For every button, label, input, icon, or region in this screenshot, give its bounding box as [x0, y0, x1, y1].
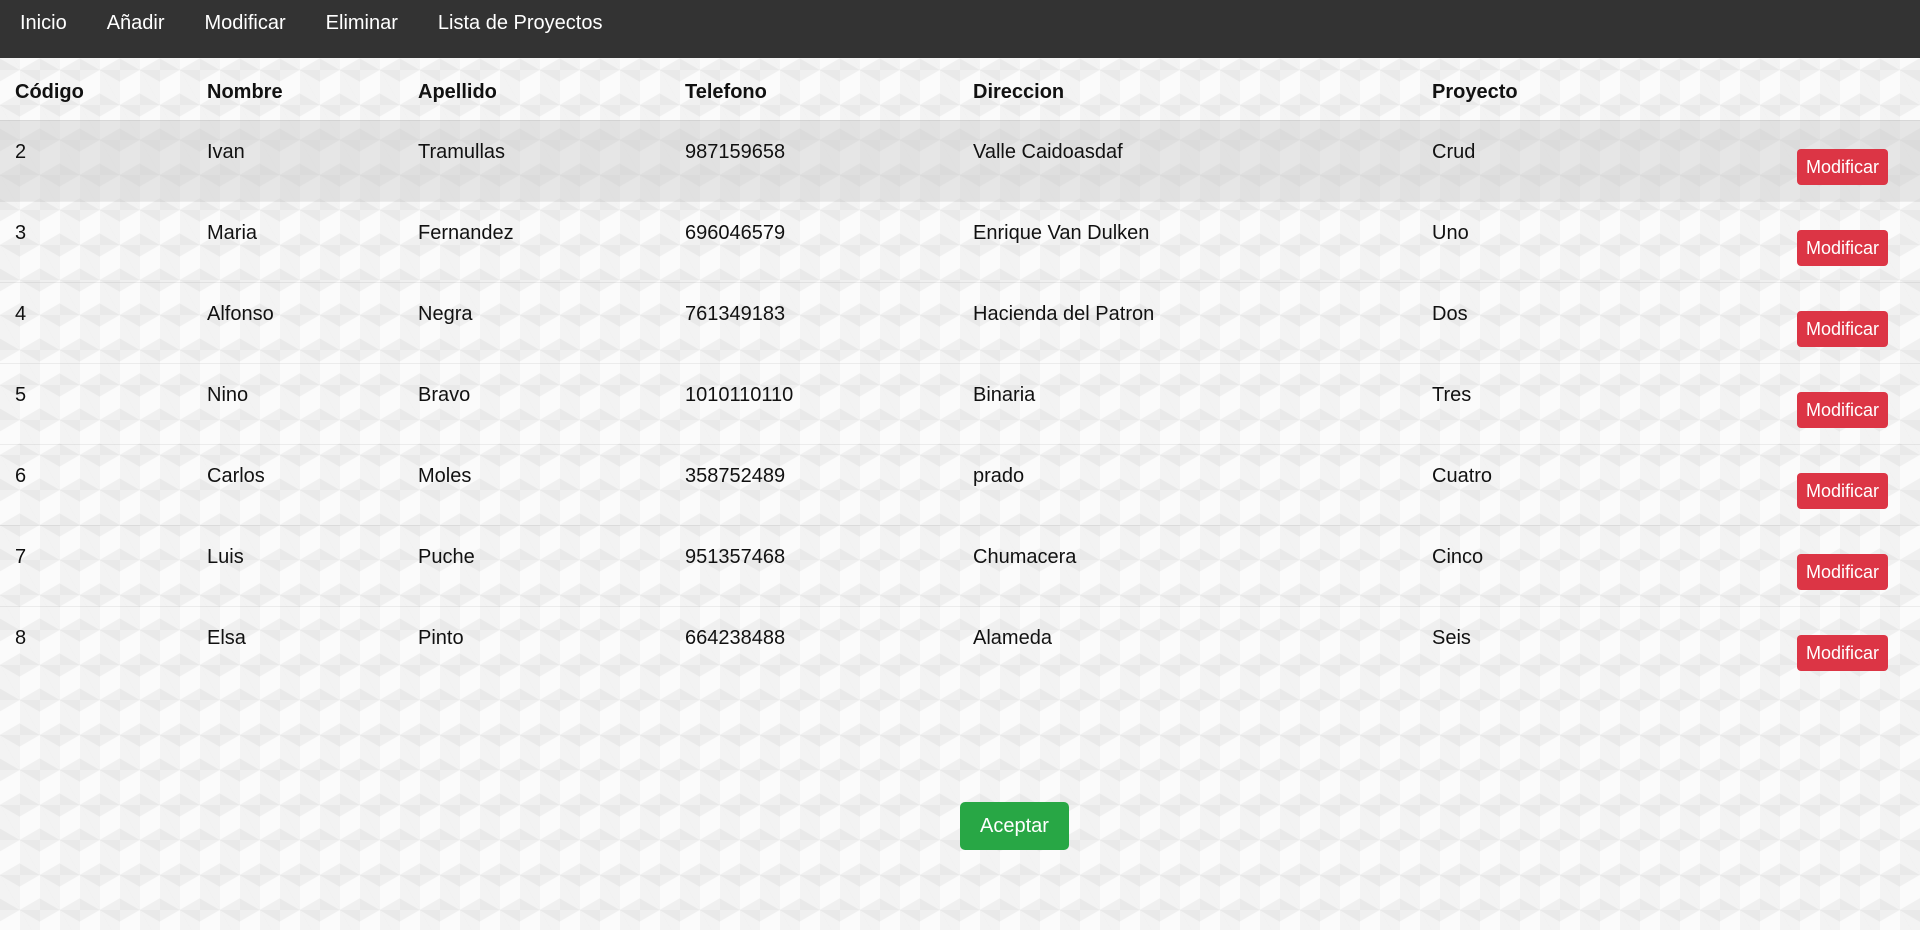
- cell-codigo: 7: [0, 524, 192, 606]
- header-codigo: Código: [15, 81, 84, 104]
- cell-direccion: Chumacera: [958, 524, 1417, 606]
- header-direccion: Direccion: [973, 81, 1065, 104]
- cell-telefono: 1010110110: [670, 362, 958, 444]
- cell-action: Modificar: [1717, 362, 1920, 444]
- cell-nombre: Luis: [192, 524, 403, 606]
- modify-button[interactable]: Modificar: [1796, 391, 1888, 428]
- cell-nombre: Nino: [192, 362, 403, 444]
- cell-action: Modificar: [1717, 281, 1920, 363]
- nav-link-inicio[interactable]: Inicio: [8, 0, 79, 35]
- cell-telefono: 987159658: [670, 119, 958, 201]
- clients-table: Código Nombre Apellido Telefono Direccio…: [0, 58, 1920, 687]
- modify-button[interactable]: Modificar: [1796, 229, 1888, 266]
- cell-direccion: Hacienda del Patron: [958, 281, 1417, 363]
- table-row: 2 Ivan Tramullas 987159658 Valle Caidoas…: [0, 119, 1920, 201]
- cell-codigo: 4: [0, 281, 192, 363]
- nav-link-modificar[interactable]: Modificar: [193, 0, 298, 35]
- cell-telefono: 951357468: [670, 524, 958, 606]
- cell-proyecto: Crud: [1417, 119, 1717, 201]
- cell-telefono: 761349183: [670, 281, 958, 363]
- cell-nombre: Maria: [192, 200, 403, 282]
- cell-direccion: Binaria: [958, 362, 1417, 444]
- cell-direccion: Valle Caidoasdaf: [958, 119, 1417, 201]
- modify-button[interactable]: Modificar: [1796, 148, 1888, 185]
- table-row: 7 Luis Puche 951357468 Chumacera Cinco M…: [0, 524, 1920, 606]
- cell-nombre: Carlos: [192, 443, 403, 525]
- cell-codigo: 3: [0, 200, 192, 282]
- cell-proyecto: Seis: [1417, 605, 1717, 687]
- cell-action: Modificar: [1717, 443, 1920, 525]
- header-apellido: Apellido: [418, 81, 497, 104]
- cell-direccion: Enrique Van Dulken: [958, 200, 1417, 282]
- cell-nombre: Ivan: [192, 119, 403, 201]
- cell-action: Modificar: [1717, 119, 1920, 201]
- cell-proyecto: Dos: [1417, 281, 1717, 363]
- cell-codigo: 2: [0, 119, 192, 201]
- header-nombre: Nombre: [207, 81, 283, 104]
- cell-telefono: 696046579: [670, 200, 958, 282]
- table-header-row: Código Nombre Apellido Telefono Direccio…: [0, 58, 1920, 120]
- nav-link-anadir[interactable]: Añadir: [95, 0, 177, 35]
- top-navbar: Inicio Añadir Modificar Eliminar Lista d…: [0, 0, 1920, 58]
- cell-apellido: Pinto: [403, 605, 670, 687]
- cell-nombre: Elsa: [192, 605, 403, 687]
- table-row: 8 Elsa Pinto 664238488 Alameda Seis Modi…: [0, 605, 1920, 687]
- cell-codigo: 5: [0, 362, 192, 444]
- modify-button[interactable]: Modificar: [1796, 310, 1888, 347]
- nav-link-lista-proyectos[interactable]: Lista de Proyectos: [426, 0, 615, 35]
- cell-apellido: Tramullas: [403, 119, 670, 201]
- cell-apellido: Bravo: [403, 362, 670, 444]
- cell-apellido: Moles: [403, 443, 670, 525]
- cell-telefono: 664238488: [670, 605, 958, 687]
- cell-apellido: Puche: [403, 524, 670, 606]
- modify-button[interactable]: Modificar: [1796, 472, 1888, 509]
- table-row: 5 Nino Bravo 1010110110 Binaria Tres Mod…: [0, 362, 1920, 444]
- cell-proyecto: Cuatro: [1417, 443, 1717, 525]
- table-row: 6 Carlos Moles 358752489 prado Cuatro Mo…: [0, 443, 1920, 525]
- cell-action: Modificar: [1717, 200, 1920, 282]
- cell-proyecto: Tres: [1417, 362, 1717, 444]
- cell-proyecto: Cinco: [1417, 524, 1717, 606]
- modify-button[interactable]: Modificar: [1796, 553, 1888, 590]
- header-telefono: Telefono: [685, 81, 767, 104]
- cell-direccion: Alameda: [958, 605, 1417, 687]
- modify-button[interactable]: Modificar: [1796, 634, 1888, 671]
- accept-container: Aceptar: [960, 802, 1069, 850]
- accept-button[interactable]: Aceptar: [960, 802, 1069, 850]
- cell-action: Modificar: [1717, 524, 1920, 606]
- cell-nombre: Alfonso: [192, 281, 403, 363]
- cell-codigo: 6: [0, 443, 192, 525]
- cell-direccion: prado: [958, 443, 1417, 525]
- header-proyecto: Proyecto: [1432, 81, 1518, 104]
- cell-codigo: 8: [0, 605, 192, 687]
- nav-link-eliminar[interactable]: Eliminar: [314, 0, 410, 35]
- header-actions: [1717, 58, 1920, 120]
- table-row: 4 Alfonso Negra 761349183 Hacienda del P…: [0, 281, 1920, 363]
- cell-telefono: 358752489: [670, 443, 958, 525]
- table-row: 3 Maria Fernandez 696046579 Enrique Van …: [0, 200, 1920, 282]
- cell-apellido: Fernandez: [403, 200, 670, 282]
- cell-action: Modificar: [1717, 605, 1920, 687]
- cell-proyecto: Uno: [1417, 200, 1717, 282]
- cell-apellido: Negra: [403, 281, 670, 363]
